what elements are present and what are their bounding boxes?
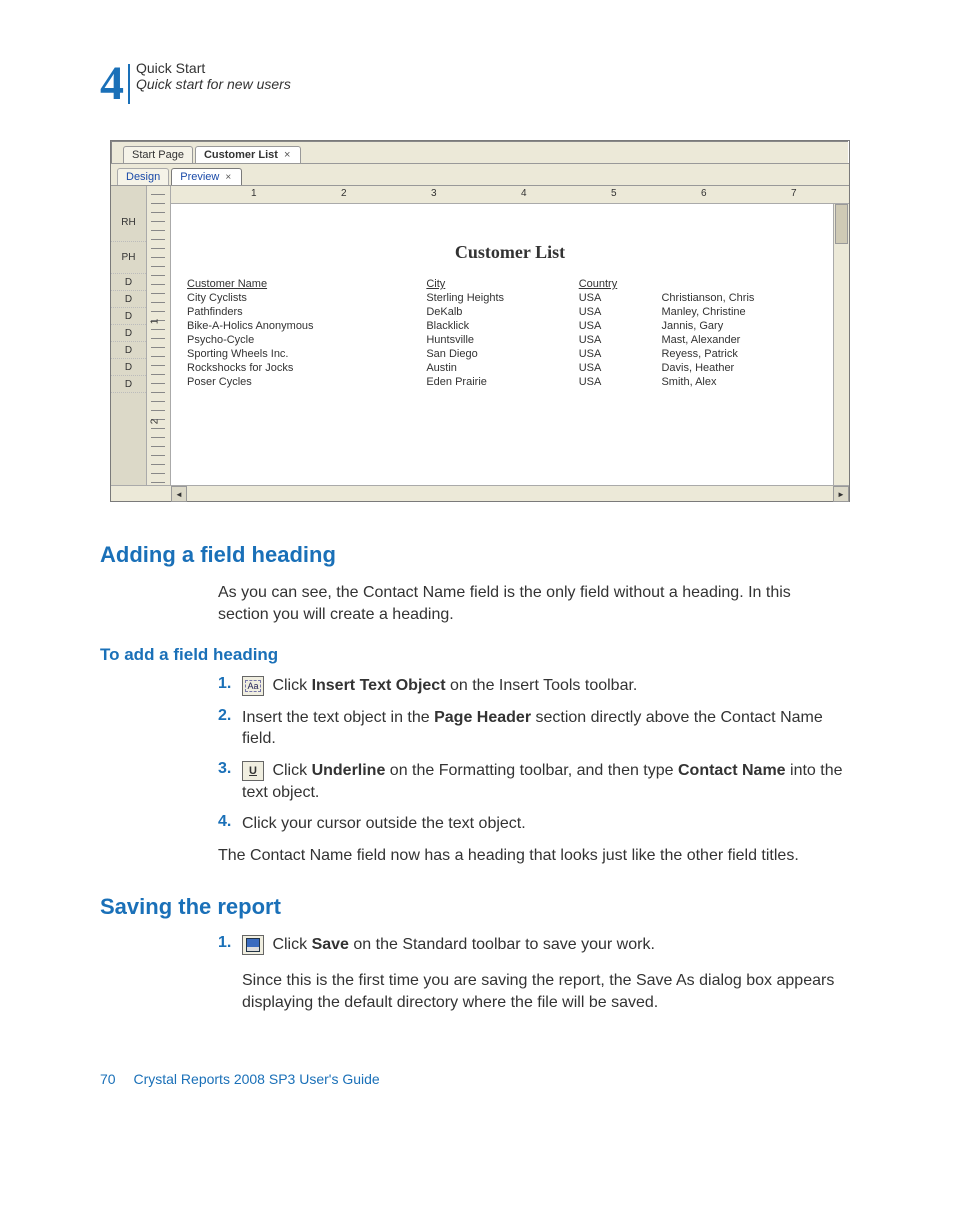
chapter-number: 4: [100, 60, 124, 108]
close-icon[interactable]: ×: [223, 172, 233, 183]
chapter-header: 4 Quick Start Quick start for new users: [100, 60, 854, 108]
chapter-divider: [128, 64, 130, 104]
table-cell: Rockshocks for Jocks: [183, 361, 422, 375]
table-cell: San Diego: [422, 347, 574, 361]
table-row: Rockshocks for JocksAustinUSADavis, Heat…: [183, 361, 837, 375]
step-body: Insert the text object in the Page Heade…: [242, 707, 854, 750]
table-cell: Huntsville: [422, 333, 574, 347]
scrollbar-thumb[interactable]: [835, 204, 848, 244]
column-header: [657, 277, 837, 291]
section-heading-saving: Saving the report: [100, 894, 854, 920]
tab-start-page[interactable]: Start Page: [123, 146, 193, 163]
section-label: PH: [111, 242, 146, 274]
section-heading-adding-field: Adding a field heading: [100, 542, 854, 568]
tab-label: Customer List: [204, 149, 278, 161]
table-row: City CyclistsSterling HeightsUSAChristia…: [183, 291, 837, 305]
step-body: Click Save on the Standard toolbar to sa…: [242, 934, 854, 1021]
column-header: Country: [575, 277, 658, 291]
step-body: U Click Underline on the Formatting tool…: [242, 760, 854, 803]
table-cell: USA: [575, 347, 658, 361]
scroll-left-button[interactable]: ◄: [171, 486, 187, 502]
table-cell: Blacklick: [422, 319, 574, 333]
report-designer-screenshot: Start Page Customer List × Design Previe…: [110, 140, 850, 502]
section-outro: The Contact Name field now has a heading…: [218, 845, 844, 867]
table-cell: Pathfinders: [183, 305, 422, 319]
step-number: 1.: [218, 675, 242, 697]
table-cell: USA: [575, 361, 658, 375]
tab-design[interactable]: Design: [117, 168, 169, 185]
table-header-row: Customer Name City Country: [183, 277, 837, 291]
column-header: Customer Name: [183, 277, 422, 291]
table-cell: USA: [575, 291, 658, 305]
document-tabs: Start Page Customer List ×: [111, 141, 849, 163]
table-row: Bike-A-Holics AnonymousBlacklickUSAJanni…: [183, 319, 837, 333]
insert-text-object-icon: [242, 676, 264, 696]
table-cell: Eden Prairie: [422, 375, 574, 389]
report-title: Customer List: [183, 242, 837, 263]
table-cell: USA: [575, 375, 658, 389]
save-icon: [242, 935, 264, 955]
close-icon[interactable]: ×: [282, 149, 292, 161]
scroll-right-button[interactable]: ►: [833, 486, 849, 502]
tab-label: Preview: [180, 171, 219, 183]
table-row: Psycho-CycleHuntsvilleUSAMast, Alexander: [183, 333, 837, 347]
section-label: D: [111, 342, 146, 359]
table-cell: Sterling Heights: [422, 291, 574, 305]
table-cell: Austin: [422, 361, 574, 375]
table-row: Poser CyclesEden PrairieUSASmith, Alex: [183, 375, 837, 389]
table-cell: Christianson, Chris: [657, 291, 837, 305]
table-cell: USA: [575, 305, 658, 319]
step-number: 3.: [218, 760, 242, 803]
table-row: Sporting Wheels Inc.San DiegoUSAReyess, …: [183, 347, 837, 361]
chapter-title: Quick Start: [136, 60, 291, 76]
vertical-scrollbar[interactable]: [833, 204, 849, 485]
report-canvas[interactable]: Customer List Customer Name City Country…: [171, 204, 849, 485]
tab-preview[interactable]: Preview ×: [171, 168, 242, 185]
tab-customer-list[interactable]: Customer List ×: [195, 146, 301, 163]
section-gutter: RH PH D D D D D D D: [111, 186, 147, 485]
table-cell: Jannis, Gary: [657, 319, 837, 333]
table-cell: City Cyclists: [183, 291, 422, 305]
section-intro: As you can see, the Contact Name field i…: [218, 582, 844, 625]
table-cell: USA: [575, 319, 658, 333]
scrollbar-track[interactable]: [247, 486, 833, 501]
chapter-subtitle: Quick start for new users: [136, 76, 291, 92]
step-body: Click your cursor outside the text objec…: [242, 813, 854, 835]
step-number: 1.: [218, 934, 242, 1021]
step-body: Click Insert Text Object on the Insert T…: [242, 675, 854, 697]
table-cell: Poser Cycles: [183, 375, 422, 389]
table-cell: USA: [575, 333, 658, 347]
column-header: City: [422, 277, 574, 291]
step-number: 4.: [218, 813, 242, 835]
section-label: D: [111, 359, 146, 376]
section-label: D: [111, 291, 146, 308]
table-cell: Manley, Christine: [657, 305, 837, 319]
underline-icon: U: [242, 761, 264, 781]
section-label: D: [111, 325, 146, 342]
page-number: 70: [100, 1071, 116, 1087]
table-row: PathfindersDeKalbUSAManley, Christine: [183, 305, 837, 319]
table-cell: Psycho-Cycle: [183, 333, 422, 347]
step-number: 2.: [218, 707, 242, 750]
table-cell: DeKalb: [422, 305, 574, 319]
table-cell: Mast, Alexander: [657, 333, 837, 347]
section-label: D: [111, 308, 146, 325]
guide-title: Crystal Reports 2008 SP3 User's Guide: [133, 1071, 379, 1087]
table-cell: Bike-A-Holics Anonymous: [183, 319, 422, 333]
view-tabs: Design Preview ×: [111, 163, 849, 185]
table-cell: Smith, Alex: [657, 375, 837, 389]
horizontal-scrollbar[interactable]: ◄ ►: [111, 485, 849, 501]
table-cell: Davis, Heather: [657, 361, 837, 375]
section-label: D: [111, 274, 146, 291]
section-label: RH: [111, 204, 146, 242]
section-label: D: [111, 376, 146, 393]
table-cell: Sporting Wheels Inc.: [183, 347, 422, 361]
horizontal-ruler: 1 2 3 4 5 6 7: [171, 186, 849, 204]
task-heading-add-field: To add a field heading: [100, 645, 854, 665]
table-cell: Reyess, Patrick: [657, 347, 837, 361]
vertical-ruler: 1 2: [147, 186, 171, 485]
page-footer: 70 Crystal Reports 2008 SP3 User's Guide: [100, 1031, 854, 1087]
report-table: Customer Name City Country City Cyclists…: [183, 277, 837, 389]
step-followup: Since this is the first time you are sav…: [242, 970, 854, 1013]
